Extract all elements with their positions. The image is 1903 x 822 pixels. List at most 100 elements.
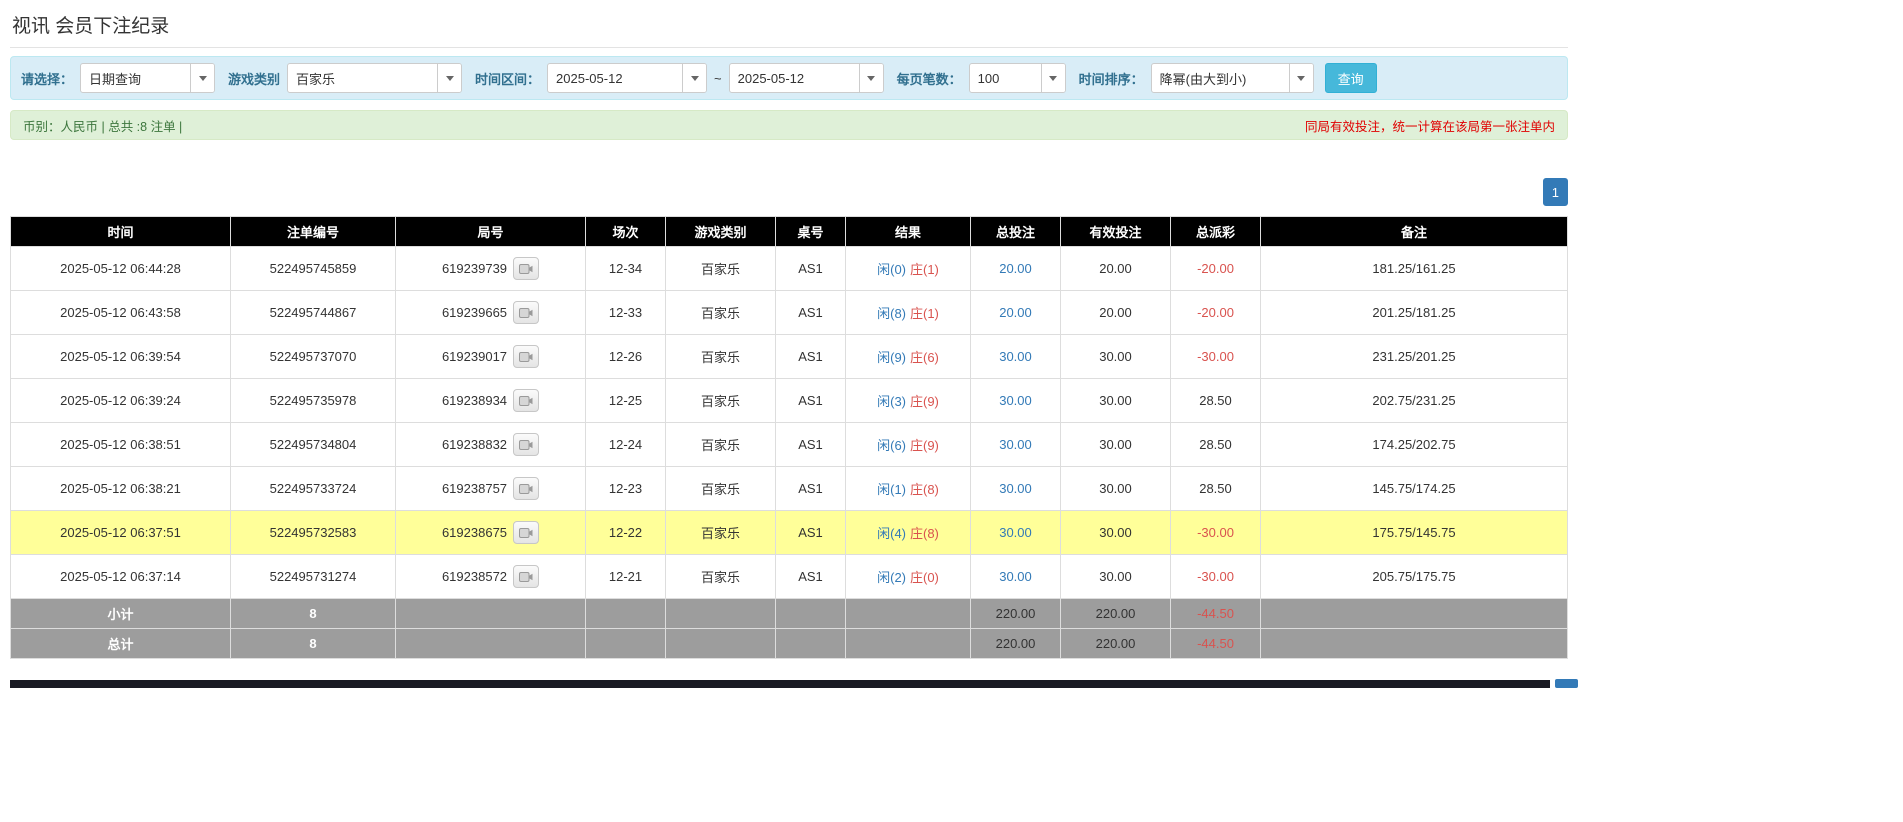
cell-time: 2025-05-12 06:37:51	[11, 511, 231, 555]
table-row: 2025-05-12 06:43:58 522495744867 6192396…	[11, 291, 1568, 335]
cell-session: 12-21	[586, 555, 666, 599]
cell-session: 12-22	[586, 511, 666, 555]
cell-session: 12-34	[586, 247, 666, 291]
cell-remark: 175.75/145.75	[1261, 511, 1568, 555]
video-replay-button[interactable]	[513, 345, 539, 368]
video-replay-button[interactable]	[513, 477, 539, 500]
cell-valid-bet: 30.00	[1061, 379, 1171, 423]
cell-total-bet: 30.00	[971, 335, 1061, 379]
cell-round-id: 619238934	[396, 379, 586, 423]
video-replay-button[interactable]	[513, 257, 539, 280]
result-player: 闲(4)	[877, 526, 906, 541]
empty-cell	[586, 599, 666, 629]
cell-session: 12-25	[586, 379, 666, 423]
date-to-picker[interactable]	[729, 63, 884, 93]
table-row: 2025-05-12 06:39:54 522495737070 6192390…	[11, 335, 1568, 379]
query-type-combobox[interactable]	[80, 63, 215, 93]
chevron-down-icon	[199, 76, 207, 81]
summary-bar: 币别：人民币 | 总共 :8 注单 | 同局有效投注，统一计算在该局第一张注单内	[10, 110, 1568, 140]
video-replay-button[interactable]	[513, 565, 539, 588]
cell-round-id: 619238572	[396, 555, 586, 599]
round-id: 619239665	[442, 305, 507, 320]
cell-valid-bet: 30.00	[1061, 555, 1171, 599]
cell-total-bet: 30.00	[971, 555, 1061, 599]
page-size-dropdown-button[interactable]	[1041, 64, 1065, 92]
pagination-page-1[interactable]: 1	[1543, 178, 1568, 206]
chevron-down-icon	[1049, 76, 1057, 81]
game-type-input[interactable]	[288, 64, 437, 92]
cell-result: 闲(0)庄(1)	[846, 247, 971, 291]
round-id: 619238934	[442, 393, 507, 408]
chevron-down-icon	[446, 76, 454, 81]
cell-remark: 231.25/201.25	[1261, 335, 1568, 379]
date-from-input[interactable]	[548, 64, 682, 92]
result-player: 闲(3)	[877, 394, 906, 409]
total-bet-link[interactable]: 30.00	[999, 569, 1032, 584]
bottom-pagination-page-1[interactable]	[1555, 679, 1578, 688]
video-replay-button[interactable]	[513, 389, 539, 412]
column-header: 有效投注	[1061, 217, 1171, 247]
search-button[interactable]: 查询	[1325, 63, 1377, 93]
cell-round-id: 619239739	[396, 247, 586, 291]
total-bet-link[interactable]: 20.00	[999, 261, 1032, 276]
cell-total-bet: 30.00	[971, 379, 1061, 423]
cell-time: 2025-05-12 06:37:14	[11, 555, 231, 599]
cell-total-bet: 30.00	[971, 423, 1061, 467]
date-range-separator: ~	[714, 71, 722, 86]
pagination: 1	[10, 178, 1568, 206]
date-from-dropdown-button[interactable]	[682, 64, 706, 92]
total-bet-link[interactable]: 30.00	[999, 393, 1032, 408]
query-type-input[interactable]	[81, 64, 190, 92]
page-size-combobox[interactable]	[969, 63, 1066, 93]
query-type-dropdown-button[interactable]	[190, 64, 214, 92]
page-size-input[interactable]	[970, 64, 1041, 92]
subtotal-row: 小计 8 220.00 220.00 -44.50	[11, 599, 1568, 629]
video-replay-icon	[519, 351, 533, 363]
total-bet-link[interactable]: 30.00	[999, 525, 1032, 540]
total-bet-link[interactable]: 30.00	[999, 349, 1032, 364]
cell-valid-bet: 20.00	[1061, 291, 1171, 335]
date-to-input[interactable]	[730, 64, 859, 92]
total-label: 总计	[11, 629, 231, 659]
game-type-combobox[interactable]	[287, 63, 462, 93]
empty-cell	[666, 629, 776, 659]
sort-order-combobox[interactable]	[1151, 63, 1314, 93]
video-replay-button[interactable]	[513, 521, 539, 544]
cell-round-id: 619239017	[396, 335, 586, 379]
total-bet-link[interactable]: 30.00	[999, 437, 1032, 452]
cell-bet-id: 522495731274	[231, 555, 396, 599]
round-id: 619239739	[442, 261, 507, 276]
video-replay-icon	[519, 263, 533, 275]
result-banker: 庄(8)	[910, 526, 939, 541]
result-player: 闲(2)	[877, 570, 906, 585]
cell-remark: 201.25/181.25	[1261, 291, 1568, 335]
cell-game-type: 百家乐	[666, 511, 776, 555]
column-header: 总派彩	[1171, 217, 1261, 247]
cell-result: 闲(9)庄(6)	[846, 335, 971, 379]
video-replay-button[interactable]	[513, 433, 539, 456]
sort-order-dropdown-button[interactable]	[1289, 64, 1313, 92]
cell-session: 12-24	[586, 423, 666, 467]
sort-order-input[interactable]	[1152, 64, 1289, 92]
cell-bet-id: 522495733724	[231, 467, 396, 511]
date-from-picker[interactable]	[547, 63, 707, 93]
cell-table-no: AS1	[776, 467, 846, 511]
round-id: 619238572	[442, 569, 507, 584]
cell-session: 12-23	[586, 467, 666, 511]
subtotal-valid-bet: 220.00	[1061, 599, 1171, 629]
video-replay-icon	[519, 395, 533, 407]
game-type-dropdown-button[interactable]	[437, 64, 461, 92]
round-id: 619238675	[442, 525, 507, 540]
video-replay-button[interactable]	[513, 301, 539, 324]
video-replay-icon	[519, 571, 533, 583]
column-header: 时间	[11, 217, 231, 247]
total-bet-link[interactable]: 20.00	[999, 305, 1032, 320]
cell-bet-id: 522495745859	[231, 247, 396, 291]
empty-cell	[666, 599, 776, 629]
date-to-dropdown-button[interactable]	[859, 64, 883, 92]
bottom-cutoff-bar	[10, 679, 1578, 688]
cell-payout: 28.50	[1171, 379, 1261, 423]
total-bet-link[interactable]: 30.00	[999, 481, 1032, 496]
cell-game-type: 百家乐	[666, 291, 776, 335]
result-player: 闲(9)	[877, 350, 906, 365]
